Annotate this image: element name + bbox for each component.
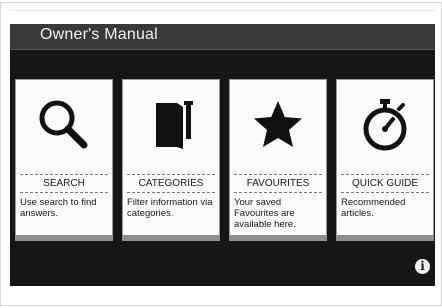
- favourites-label: FAVOURITES: [234, 174, 322, 193]
- page-title: Owner's Manual: [40, 26, 158, 43]
- search-label: SEARCH: [20, 174, 108, 193]
- header-bar: Owner's Manual: [10, 24, 435, 50]
- favourites-description: Your saved Favourites are available here…: [234, 197, 296, 230]
- top-strip: [10, 10, 435, 25]
- categories-label: CATEGORIES: [127, 174, 215, 193]
- book-icon: [123, 94, 219, 156]
- search-card[interactable]: SEARCH Use search to find answers.: [15, 79, 113, 241]
- card-bottom-bar: [229, 235, 327, 241]
- categories-description: Filter information via categories.: [127, 197, 213, 219]
- search-description: Use search to find answers.: [20, 197, 97, 219]
- card-bottom-bar: [122, 235, 220, 241]
- quick-guide-card[interactable]: QUICK GUIDE Recommended articles.: [336, 79, 434, 241]
- search-icon: [16, 94, 112, 156]
- stopwatch-icon: [337, 94, 433, 156]
- infotainment-screen: Owner's Manual SEARCH Use search to find…: [10, 24, 435, 286]
- info-icon[interactable]: i: [415, 259, 430, 274]
- star-icon: [230, 94, 326, 156]
- quick-guide-label: QUICK GUIDE: [341, 174, 429, 193]
- card-bottom-bar: [336, 235, 434, 241]
- categories-card[interactable]: CATEGORIES Filter information via catego…: [122, 79, 220, 241]
- card-bottom-bar: [15, 235, 113, 241]
- favourites-card[interactable]: FAVOURITES Your saved Favourites are ava…: [229, 79, 327, 241]
- quick-guide-description: Recommended articles.: [341, 197, 406, 219]
